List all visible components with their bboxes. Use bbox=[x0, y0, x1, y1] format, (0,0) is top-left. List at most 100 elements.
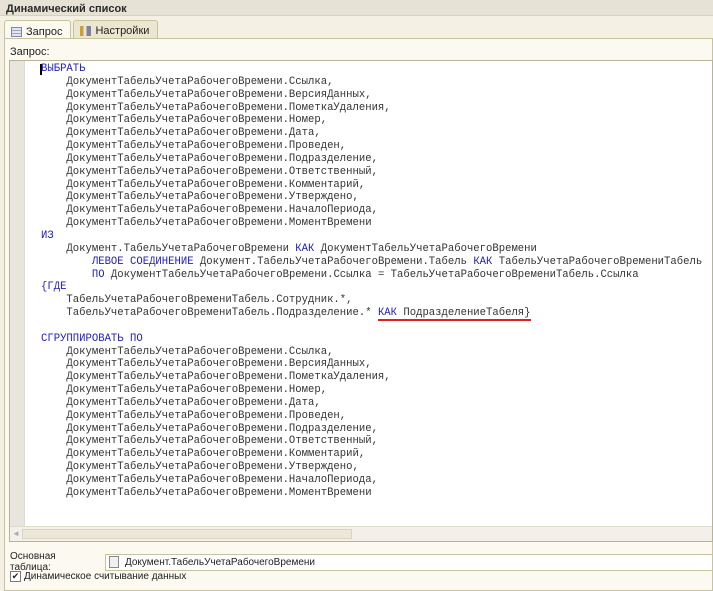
code-text: Документ.ТабельУчетаРабочегоВремени bbox=[41, 242, 296, 255]
code-text: ДокументТабельУчетаРабочегоВремени.Начал… bbox=[41, 474, 378, 486]
query-editor[interactable]: ВЫБРАТЬ ДокументТабельУчетаРабочегоВреме… bbox=[9, 60, 713, 542]
code-text: ДокументТабельУчетаРабочегоВремени.Ссылк… bbox=[104, 268, 639, 281]
tab-settings-label: Настройки bbox=[95, 25, 150, 37]
code-line: СГРУППИРОВАТЬ ПО bbox=[41, 333, 702, 346]
code-line: ДокументТабельУчетаРабочегоВремени.Прове… bbox=[41, 410, 702, 423]
code-line: ДокументТабельУчетаРабочегоВремени.Номер… bbox=[41, 384, 702, 397]
tab-query[interactable]: Запрос bbox=[4, 20, 72, 40]
settings-icon bbox=[80, 26, 92, 36]
code-text: ДокументТабельУчетаРабочегоВремени.Комме… bbox=[41, 178, 366, 191]
scrollbar-thumb[interactable] bbox=[22, 529, 352, 539]
tab-query-label: Запрос bbox=[26, 25, 63, 38]
main-table-label: Основная таблица: bbox=[10, 551, 56, 573]
code-keyword: КАК bbox=[473, 255, 493, 268]
code-text: ДокументТабельУчетаРабочегоВремени.Подра… bbox=[41, 422, 378, 435]
code-line: ДокументТабельУчетаРабочегоВремени.Утвер… bbox=[41, 461, 702, 474]
code-line: ДокументТабельУчетаРабочегоВремени.Комме… bbox=[41, 179, 702, 192]
code-line: ДокументТабельУчетаРабочегоВремени.Ссылк… bbox=[41, 346, 702, 359]
code-text: ДокументТабельУчетаРабочегоВремени.Утвер… bbox=[41, 191, 359, 204]
code-text: ДокументТабельУчетаРабочегоВремени.Момен… bbox=[41, 486, 372, 499]
code-line: ДокументТабельУчетаРабочегоВремени.Начал… bbox=[41, 204, 702, 217]
code-line: ДокументТабельУчетаРабочегоВремени.Момен… bbox=[41, 487, 702, 500]
code-text: ДокументТабельУчетаРабочегоВремени.Комме… bbox=[41, 448, 366, 461]
code-keyword: СГРУППИРОВАТЬ ПО bbox=[41, 332, 143, 345]
code-text: ДокументТабельУчетаРабочегоВремени.Верси… bbox=[41, 358, 372, 371]
code-line: ДокументТабельУчетаРабочегоВремени.Дата, bbox=[41, 397, 702, 410]
code-line: ДокументТабельУчетаРабочегоВремени.Начал… bbox=[41, 474, 702, 487]
tab-settings[interactable]: Настройки bbox=[73, 20, 159, 39]
code-line: ДокументТабельУчетаРабочегоВремени.Подра… bbox=[41, 153, 702, 166]
code-line: ДокументТабельУчетаРабочегоВремени.Ответ… bbox=[41, 166, 702, 179]
code-line: ЛЕВОЕ СОЕДИНЕНИЕ Документ.ТабельУчетаРаб… bbox=[41, 256, 702, 269]
code-keyword: ВЫБРАТЬ bbox=[41, 63, 86, 75]
code-line: {ГДЕ bbox=[41, 281, 702, 294]
horizontal-scrollbar[interactable]: ◄ bbox=[10, 526, 712, 541]
code-line: ДокументТабельУчетаРабочегоВремени.Момен… bbox=[41, 217, 702, 230]
code-keyword: {ГДЕ bbox=[41, 281, 67, 294]
code-text: Документ.ТабельУчетаРабочегоВремени.Табе… bbox=[193, 255, 474, 268]
code-text: ДокументТабельУчетаРабочегоВремени.Помет… bbox=[41, 101, 391, 114]
code-text: ДокументТабельУчетаРабочегоВремени.Дата, bbox=[41, 127, 321, 140]
dynamic-read-label: Динамическое считывание данных bbox=[24, 571, 187, 582]
code-keyword: ЛЕВОЕ СОЕДИНЕНИЕ bbox=[91, 255, 194, 268]
scroll-left-icon[interactable]: ◄ bbox=[12, 529, 20, 538]
tab-bar: Запрос Настройки bbox=[4, 20, 159, 40]
code-line bbox=[41, 320, 702, 333]
code-line: ДокументТабельУчетаРабочегоВремени.Комме… bbox=[41, 448, 702, 461]
code-line: ИЗ bbox=[41, 230, 702, 243]
query-text[interactable]: ВЫБРАТЬ ДокументТабельУчетаРабочегоВреме… bbox=[41, 63, 702, 500]
code-text: ДокументТабельУчетаРабочегоВремени.Ссылк… bbox=[41, 345, 334, 358]
code-line: ПО ДокументТабельУчетаРабочегоВремени.Сс… bbox=[41, 269, 702, 282]
code-line: ВЫБРАТЬ bbox=[41, 63, 702, 76]
code-text: ПодразделениеТабеля} bbox=[397, 307, 531, 322]
code-text: ДокументТабельУчетаРабочегоВремени.Момен… bbox=[41, 217, 372, 230]
code-text: ДокументТабельУчетаРабочегоВремени.Верси… bbox=[41, 88, 372, 101]
code-line: ДокументТабельУчетаРабочегоВремени.Верси… bbox=[41, 89, 702, 102]
code-line: ДокументТабельУчетаРабочегоВремени.Ссылк… bbox=[41, 76, 702, 89]
code-text: ДокументТабельУчетаРабочегоВремени.Утвер… bbox=[41, 461, 359, 474]
code-line: ТабельУчетаРабочегоВремениТабель.Сотрудн… bbox=[41, 294, 702, 307]
code-text: ДокументТабельУчетаРабочегоВремени.Ссылк… bbox=[41, 75, 334, 88]
code-text: ДокументТабельУчетаРабочегоВремени.Подра… bbox=[41, 152, 378, 165]
code-text: ДокументТабельУчетаРабочегоВремени.Дата, bbox=[41, 396, 321, 409]
code-text: ДокументТабельУчетаРабочегоВремени.Прове… bbox=[41, 140, 347, 153]
main-table-field[interactable]: Документ.ТабельУчетаРабочегоВремени bbox=[104, 553, 713, 571]
main-table-value: Документ.ТабельУчетаРабочегоВремени bbox=[124, 556, 315, 568]
code-line: ДокументТабельУчетаРабочегоВремени.Помет… bbox=[41, 102, 702, 115]
code-line: ДокументТабельУчетаРабочегоВремени.Ответ… bbox=[41, 435, 702, 448]
main-table-row: Основная таблица: Документ.ТабельУчетаРа… bbox=[10, 551, 713, 573]
code-text: ДокументТабельУчетаРабочегоВремени.Начал… bbox=[41, 204, 378, 217]
code-text: ТабельУчетаРабочегоВремениТабель bbox=[492, 255, 703, 268]
code-line: Документ.ТабельУчетаРабочегоВремени КАК … bbox=[41, 243, 702, 256]
dynamic-read-checkbox[interactable]: ✔ bbox=[10, 571, 21, 582]
code-line: ДокументТабельУчетаРабочегоВремени.Помет… bbox=[41, 371, 702, 384]
code-text: ДокументТабельУчетаРабочегоВремени.Помет… bbox=[41, 371, 391, 384]
code-text: ДокументТабельУчетаРабочегоВремени.Ответ… bbox=[41, 435, 378, 448]
code-text: ДокументТабельУчетаРабочегоВремени bbox=[314, 242, 537, 255]
editor-gutter bbox=[10, 61, 25, 527]
code-text: ДокументТабельУчетаРабочегоВремени.Номер… bbox=[41, 384, 328, 397]
code-text: ДокументТабельУчетаРабочегоВремени.Прове… bbox=[41, 409, 347, 422]
code-text: ДокументТабельУчетаРабочегоВремени.Ответ… bbox=[41, 165, 378, 178]
code-line: ДокументТабельУчетаРабочегоВремени.Подра… bbox=[41, 423, 702, 436]
dynamic-read-row[interactable]: ✔ Динамическое считывание данных bbox=[10, 571, 186, 582]
code-keyword: КАК bbox=[295, 242, 315, 255]
code-keyword: КАК bbox=[377, 307, 398, 322]
code-line: ДокументТабельУчетаРабочегоВремени.Дата, bbox=[41, 127, 702, 140]
table-icon bbox=[11, 26, 22, 37]
code-text: ТабельУчетаРабочегоВремениТабель.Подразд… bbox=[41, 307, 378, 320]
code-line: ДокументТабельУчетаРабочегоВремени.Верси… bbox=[41, 358, 702, 371]
code-line: ТабельУчетаРабочегоВремениТабель.Подразд… bbox=[41, 307, 702, 322]
window-title: Динамический список bbox=[0, 0, 713, 16]
code-line: ДокументТабельУчетаРабочегоВремени.Утвер… bbox=[41, 191, 702, 204]
code-line: ДокументТабельУчетаРабочегоВремени.Прове… bbox=[41, 140, 702, 153]
document-icon bbox=[108, 556, 119, 568]
code-keyword: ИЗ bbox=[41, 229, 54, 242]
query-label: Запрос: bbox=[10, 46, 50, 58]
code-line: ДокументТабельУчетаРабочегоВремени.Номер… bbox=[41, 114, 702, 127]
code-keyword: ПО bbox=[91, 268, 105, 281]
code-text: ДокументТабельУчетаРабочегоВремени.Номер… bbox=[41, 114, 328, 127]
